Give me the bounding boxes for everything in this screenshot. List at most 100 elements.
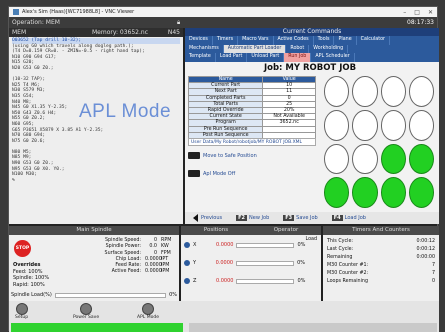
tab-calculator[interactable]: Calculator xyxy=(357,36,391,45)
status-bar: Operation: MEM 🔒︎ 08:17:33 xyxy=(9,17,437,28)
footer-bar: Setup Power Save APL Mode xyxy=(9,301,439,332)
spindle-value: 0.0000 xyxy=(145,269,162,275)
program-listing[interactable]: APL Mode O03652 (Tap drill 10-32); (using… xyxy=(9,37,183,224)
spindle-header: Main Spindle xyxy=(9,226,179,235)
job-parameter-table: Name Value Current Part 10 Next Part 11 Comp… xyxy=(187,75,316,139)
axis-value: 0.0000 xyxy=(215,260,234,266)
spindle-data: Spindle Speed: 0 RPM Spindle Power: 0.0 KW Sur… xyxy=(57,238,175,276)
axis-row: Y 0.0000 0% xyxy=(184,260,305,266)
setup-button[interactable]: Setup xyxy=(15,303,28,320)
timer-value: 7 xyxy=(431,263,435,268)
timer-value: 0:00:12 xyxy=(416,239,436,244)
tab-macro-vars[interactable]: Macro Vars xyxy=(238,36,274,45)
power-save-label: Power Save xyxy=(73,315,100,320)
positions-header: Positions Operator xyxy=(181,226,321,235)
timer-row: This Cycle: 0:00:12 xyxy=(327,239,435,244)
part-slot-empty xyxy=(380,109,406,141)
part-slot-green xyxy=(380,177,406,208)
timer-row: Loops Remaining 0 xyxy=(327,279,435,284)
f2-key: F2 xyxy=(236,215,248,221)
tab-mechanisms[interactable]: Mechanisms xyxy=(185,44,224,53)
app-icon xyxy=(13,9,19,15)
spindle-load: Spindle Load(%) 0% xyxy=(11,292,177,298)
axis-load: 0% xyxy=(297,260,305,266)
part-slot-empty xyxy=(352,76,378,107)
window-title: Alex's Sim (Haas)[WC71988L8] - VNC Viewe… xyxy=(22,9,135,15)
tab-plane[interactable]: Plane xyxy=(334,36,357,45)
program-line: % xyxy=(12,177,15,183)
timer-label: M30 Counter #1: xyxy=(327,263,369,268)
job-title: Job: MY ROBOT JOB xyxy=(263,63,357,73)
tab-unload-part[interactable]: Unload Part xyxy=(247,53,285,62)
apl-mode-label: APL Mode xyxy=(137,315,159,320)
tab-template[interactable]: Template xyxy=(185,53,216,62)
axis-icon xyxy=(184,278,190,284)
minimize-icon[interactable]: – xyxy=(403,9,406,16)
part-slot-empty xyxy=(352,143,378,175)
program-panel: MEM Memory: 03652.nc N45 APL Mode O03652… xyxy=(9,28,183,224)
current-commands-header: Current Commands xyxy=(185,28,439,36)
memory-title: Memory: 03652.nc xyxy=(92,29,148,36)
lock-icon: 🔒︎ xyxy=(177,18,181,26)
tab-active-codes[interactable]: Active Codes xyxy=(274,36,314,45)
operation-mode: Operation: MEM xyxy=(12,19,60,26)
previous-button[interactable]: Previous xyxy=(193,214,222,222)
axis-row: Z 0.0000 0% xyxy=(184,278,305,284)
tab-devices[interactable]: Devices xyxy=(185,36,213,45)
new-job-button[interactable]: F2 New Job xyxy=(236,215,269,221)
spindle-load-label: Spindle Load(%) xyxy=(11,292,52,298)
tab-timers[interactable]: Timers xyxy=(213,36,239,45)
load-job-button[interactable]: F4 Load Job xyxy=(331,215,366,221)
tab-automatic-part-loader[interactable]: Automatic Part Loader xyxy=(223,44,287,53)
current-commands-panel: Current Commands Devices Timers Macro Vars… xyxy=(185,28,439,224)
part-slot-green xyxy=(408,143,434,175)
current-line-number: N45 xyxy=(167,29,180,36)
back-arrow-icon xyxy=(193,214,198,222)
safe-position-label: Move to Safe Position xyxy=(203,152,257,159)
setup-label: Setup xyxy=(15,315,29,320)
safe-position-button[interactable]: Move to Safe Position xyxy=(188,152,257,159)
apl-mode-off-button[interactable]: Apl Mode Off xyxy=(188,170,235,177)
axis-icon xyxy=(184,260,190,266)
part-slot-empty xyxy=(408,76,434,107)
tab-robot[interactable]: Robot xyxy=(286,44,310,53)
tab-load-part[interactable]: Load Part xyxy=(216,53,248,62)
key-icon xyxy=(188,152,200,159)
timer-label: Remaining xyxy=(327,255,353,260)
maximize-icon[interactable]: □ xyxy=(414,9,420,16)
tab-workholding[interactable]: Workholding xyxy=(309,44,349,53)
timer-value: 0:00:12 xyxy=(416,247,436,252)
spindle-override: Spindle: 100% xyxy=(13,275,50,281)
timer-value: 0:00:00 xyxy=(416,255,436,260)
power-save-button[interactable]: Power Save xyxy=(73,303,99,320)
axis-name: Y xyxy=(193,260,197,266)
vnc-window: Alex's Sim (Haas)[WC71988L8] - VNC Viewe… xyxy=(8,6,439,332)
load-job-label: Load Job xyxy=(344,215,366,221)
spindle-load-bar xyxy=(54,292,167,298)
apl-mode-button[interactable]: APL Mode xyxy=(137,303,159,320)
tab-run-job[interactable]: Run Job xyxy=(284,53,312,62)
part-slot-empty xyxy=(380,76,406,107)
clock: 08:17:33 xyxy=(407,19,434,26)
axis-load: 0% xyxy=(297,242,306,248)
tab-row-1: Devices Timers Macro Vars Active Codes Tools… xyxy=(185,36,439,45)
load-column-label: Load xyxy=(305,237,317,242)
tab-apl-scheduler[interactable]: APL Scheduler xyxy=(311,53,355,62)
axis-value: 0.0000 xyxy=(215,278,234,284)
axis-load-bar xyxy=(236,260,295,266)
tab-tools[interactable]: Tools xyxy=(314,36,335,45)
f4-key: F4 xyxy=(331,215,343,221)
axis-load: 0% xyxy=(297,278,306,284)
part-slot-empty xyxy=(324,76,350,107)
f3-key: F3 xyxy=(283,215,295,221)
setup-icon xyxy=(15,303,28,315)
window-titlebar: Alex's Sim (Haas)[WC71988L8] - VNC Viewe… xyxy=(9,7,437,17)
close-icon[interactable]: ✕ xyxy=(428,9,433,16)
axis-icon xyxy=(184,242,190,248)
previous-label: Previous xyxy=(201,215,223,221)
job-path: User Data/My Robot/robotjob/MY ROBOT JOB… xyxy=(188,138,316,146)
save-job-button[interactable]: F3 Save Job xyxy=(283,215,318,221)
timer-row: M30 Counter #2: 7 xyxy=(327,271,435,276)
timer-row: Last Cycle: 0:00:12 xyxy=(327,247,435,252)
timer-value: 0 xyxy=(431,279,435,284)
